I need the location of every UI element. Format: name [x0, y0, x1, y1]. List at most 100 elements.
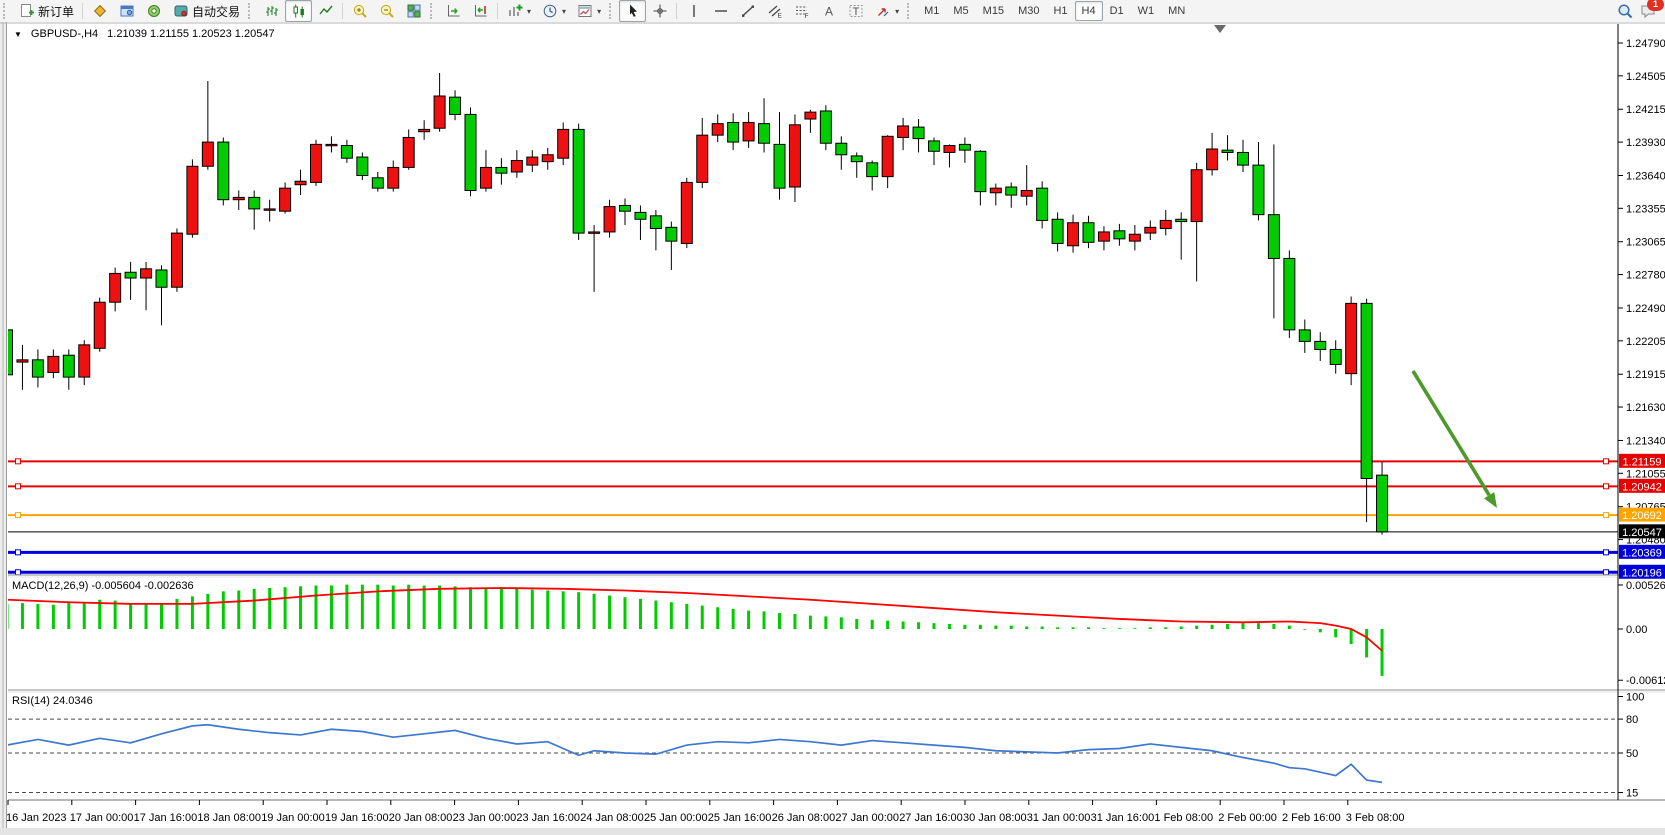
price-axis-tick: 1.21630 [1626, 402, 1665, 414]
timeframe-M15[interactable]: M15 [976, 1, 1011, 21]
chat-button[interactable]: 1 [1640, 3, 1657, 20]
data-window-button[interactable] [113, 0, 140, 22]
rsi-axis-tick: 50 [1626, 748, 1638, 760]
time-axis-label: 26 Jan 08:00 [772, 812, 836, 824]
price-axis-tick: 1.23930 [1626, 137, 1665, 149]
add-indicator-button[interactable]: ▾ [501, 0, 536, 22]
price-axis-tick: 1.24790 [1626, 38, 1665, 50]
line-chart-button[interactable] [312, 0, 339, 22]
arrow-objects-icon [874, 3, 891, 20]
time-axis-label: 27 Jan 00:00 [835, 812, 899, 824]
vertical-line-button[interactable] [680, 0, 707, 22]
rsi-axis-tick: 15 [1626, 788, 1638, 800]
horizontal-line-button[interactable] [707, 0, 734, 22]
price-axis-tick: 1.22780 [1626, 270, 1665, 282]
zoom-in-button[interactable] [346, 0, 373, 22]
templates-icon [576, 3, 593, 20]
svg-text:1.20547: 1.20547 [1622, 527, 1662, 539]
chart-window[interactable]: 1.247901.245051.242151.239301.236401.233… [0, 22, 1665, 835]
timeframe-M1[interactable]: M1 [917, 1, 946, 21]
price-axis-tick: 1.22205 [1626, 336, 1665, 348]
vertical-line-icon [685, 3, 702, 20]
price-axis-tick: 1.21055 [1626, 468, 1665, 480]
timeframe-W1[interactable]: W1 [1131, 1, 1162, 21]
svg-text:1.20369: 1.20369 [1622, 547, 1662, 559]
cursor-button[interactable] [619, 0, 646, 22]
time-axis-label: 20 Jan 08:00 [389, 812, 453, 824]
price-axis-tick: 1.22490 [1626, 303, 1665, 315]
macd-axis-tick: 0.00 [1626, 624, 1647, 636]
text-button[interactable]: A [815, 0, 842, 22]
timeframe-MN[interactable]: MN [1161, 1, 1192, 21]
search-icon[interactable] [1617, 3, 1634, 20]
equidistant-channel-icon: E [766, 3, 783, 20]
collapse-icon[interactable]: ▼ [14, 30, 22, 39]
navigator-button[interactable] [140, 0, 167, 22]
svg-text:1.20942: 1.20942 [1622, 481, 1662, 493]
fibonacci-icon: F [793, 3, 810, 20]
price-axis-tick: 1.23065 [1626, 237, 1665, 249]
svg-text:A: A [825, 5, 833, 19]
timeframe-M30[interactable]: M30 [1011, 1, 1046, 21]
zoom-out-icon [378, 3, 395, 20]
chart-shift-icon [472, 3, 489, 20]
price-axis-tick: 1.24505 [1626, 71, 1665, 83]
chart-title: ▼ GBPUSD-,H4 1.21039 1.21155 1.20523 1.2… [14, 28, 275, 40]
candle [218, 137, 229, 205]
auto-trading-label: 自动交易 [192, 3, 240, 20]
timeframe-M5[interactable]: M5 [946, 1, 975, 21]
time-axis-label: 31 Jan 16:00 [1091, 812, 1155, 824]
add-indicator-caret: ▾ [527, 7, 531, 16]
tile-windows-button[interactable] [400, 0, 427, 22]
crosshair-button[interactable] [646, 0, 673, 22]
price-tag: 1.20692 [1619, 508, 1665, 523]
chart-shift-button[interactable] [467, 0, 494, 22]
candle [311, 140, 322, 186]
timeframe-H1[interactable]: H1 [1046, 1, 1074, 21]
bar-chart-button[interactable] [258, 0, 285, 22]
chart-symbol-label: GBPUSD-,H4 [31, 28, 98, 40]
candle [357, 152, 368, 180]
new-order-button[interactable]: 新订单 [13, 0, 79, 22]
price-axis-tick: 1.21915 [1626, 369, 1665, 381]
time-axis-label: 17 Jan 16:00 [134, 812, 198, 824]
candle [1284, 250, 1295, 338]
time-axis-label: 27 Jan 16:00 [899, 812, 963, 824]
candle [1346, 296, 1357, 385]
periods-button[interactable]: ▾ [536, 0, 571, 22]
toolbar-grip [3, 3, 10, 19]
price-tag: 1.20942 [1619, 479, 1665, 494]
svg-text:1.20692: 1.20692 [1622, 510, 1662, 522]
bar-chart-icon [263, 3, 280, 20]
rsi-indicator-label: RSI(14) 24.0346 [12, 695, 93, 707]
price-axis-tick: 1.23355 [1626, 203, 1665, 215]
auto-trading-icon [172, 3, 189, 20]
text-label-button[interactable]: T [842, 0, 869, 22]
time-axis-label: 31 Jan 00:00 [1027, 812, 1091, 824]
market-watch-button[interactable] [86, 0, 113, 22]
templates-button[interactable]: ▾ [571, 0, 606, 22]
time-axis-label: 23 Jan 16:00 [516, 812, 580, 824]
time-axis-label: 30 Jan 08:00 [963, 812, 1027, 824]
trendline-button[interactable] [734, 0, 761, 22]
time-axis-label: 23 Jan 00:00 [453, 812, 517, 824]
fibonacci-button[interactable]: F [788, 0, 815, 22]
time-axis-label: 2 Feb 16:00 [1282, 812, 1341, 824]
candle [465, 108, 476, 197]
candlestick-chart-button[interactable] [285, 0, 312, 22]
arrow-objects-button[interactable]: ▾ [869, 0, 904, 22]
timeframe-H4[interactable]: H4 [1075, 1, 1103, 21]
text-label-icon: T [847, 3, 864, 20]
auto-trading-button[interactable]: 自动交易 [167, 0, 245, 22]
auto-scroll-icon [445, 3, 462, 20]
equidistant-channel-button[interactable]: E [761, 0, 788, 22]
auto-scroll-button[interactable] [440, 0, 467, 22]
time-axis-label: 18 Jan 08:00 [197, 812, 261, 824]
timeframe-D1[interactable]: D1 [1103, 1, 1131, 21]
new-order-label: 新订单 [38, 3, 74, 20]
chart-canvas[interactable]: 1.247901.245051.242151.239301.236401.233… [0, 22, 1665, 835]
line-chart-icon [317, 3, 334, 20]
periods-clock-icon [541, 3, 558, 20]
zoom-out-button[interactable] [373, 0, 400, 22]
svg-text:T: T [852, 6, 859, 18]
